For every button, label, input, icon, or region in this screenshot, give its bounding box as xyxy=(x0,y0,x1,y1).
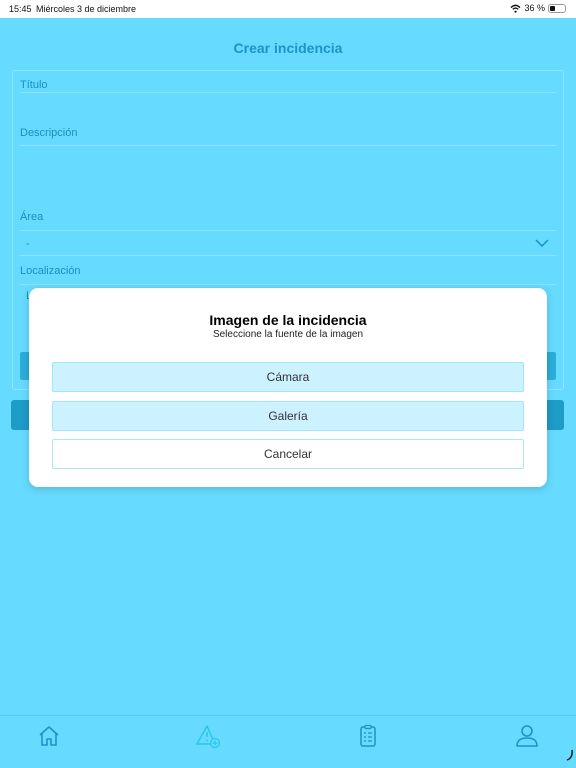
battery-icon xyxy=(548,3,566,13)
dialog-title: Imagen de la incidencia xyxy=(209,312,367,328)
area-select-value[interactable]: - xyxy=(26,238,30,250)
camera-button[interactable]: Cámara xyxy=(52,362,524,392)
status-time: 15:45 xyxy=(9,4,32,14)
location-field-label: Localización xyxy=(20,265,81,277)
image-source-dialog: Imagen de la incidencia Seleccione la fu… xyxy=(29,288,547,487)
tab-bar xyxy=(0,715,576,768)
status-bar: 15:45 Miércoles 3 de diciembre 36 % xyxy=(0,0,576,18)
location-field-underline xyxy=(20,284,556,285)
battery-percentage: 36 % xyxy=(524,3,545,13)
submit-button-left-edge xyxy=(11,400,31,430)
dialog-subtitle: Seleccione la fuente de la imagen xyxy=(212,329,364,340)
warning-add-icon[interactable] xyxy=(195,722,223,750)
chevron-down-icon[interactable] xyxy=(535,238,549,248)
home-icon[interactable] xyxy=(35,722,63,750)
gallery-button[interactable]: Galería xyxy=(52,401,524,431)
status-date: Miércoles 3 de diciembre xyxy=(36,4,137,14)
page-title: Crear incidencia xyxy=(233,40,343,56)
title-field-underline xyxy=(20,92,556,93)
description-field-underline xyxy=(20,145,556,146)
wifi-icon xyxy=(511,4,521,13)
title-field-label[interactable]: Título xyxy=(20,79,48,91)
status-indicators: 36 % xyxy=(510,3,566,13)
clipboard-icon[interactable] xyxy=(354,722,382,750)
area-field-underline xyxy=(20,230,556,231)
description-field-label[interactable]: Descripción xyxy=(20,127,77,139)
area-select-underline xyxy=(20,255,556,256)
area-field-label: Área xyxy=(20,211,44,223)
submit-button-right-edge xyxy=(544,400,564,430)
corner-mark-icon xyxy=(566,749,573,761)
user-icon[interactable] xyxy=(513,722,541,750)
cancel-button[interactable]: Cancelar xyxy=(52,439,524,469)
